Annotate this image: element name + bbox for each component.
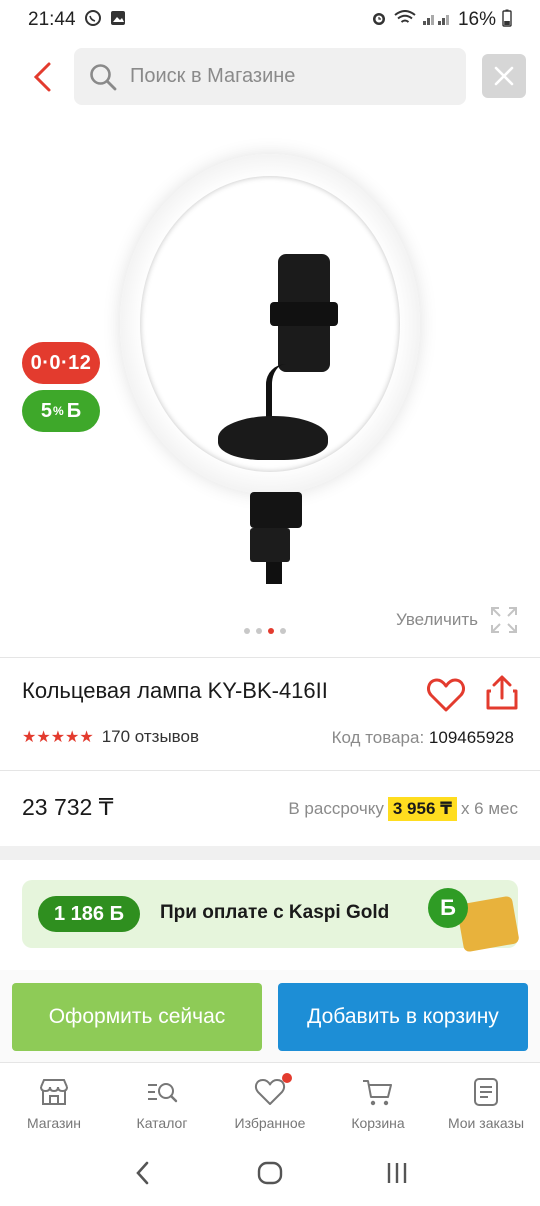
search-placeholder: Поиск в Магазине [130,65,296,87]
alarm-icon [370,9,388,31]
nav-label: Корзина [351,1115,405,1131]
checkout-now-button[interactable]: Оформить сейчас [12,983,262,1051]
pagination-dot[interactable] [256,628,262,634]
pagination-dot-active[interactable] [268,628,274,634]
system-home-button[interactable] [250,1153,290,1193]
reviews-link[interactable]: 170 отзывов [102,727,199,747]
notification-dot [282,1073,292,1083]
product-image-stand-knob [250,528,290,562]
divider [0,770,540,771]
share-icon [486,675,518,710]
kaspi-gold-text: При оплате с Kaspi Gold [160,902,390,923]
product-price: 23 732 ₸ [22,794,114,820]
orders-icon [474,1078,498,1106]
bonus-badge: 5% Б [22,390,100,432]
zoom-label: Увеличить [396,610,478,629]
whatsapp-icon [84,9,102,31]
kaspi-gold-banner[interactable]: 1 186 Б При оплате с Kaspi Gold Б [22,880,520,953]
product-gallery[interactable]: 0·0·12 5% Б Увеличить [0,114,540,654]
signal-icon [422,10,452,30]
rating-stars: ★★★★★ [22,729,94,746]
product-image-stand-head [250,492,302,528]
nav-item-cart[interactable]: Корзина [324,1063,432,1140]
sku-label: Код товара: [331,728,425,747]
kaspi-gold-bonus: 1 186 Б [38,896,140,932]
gallery-pagination [244,628,286,634]
nav-label: Избранное [234,1115,306,1131]
system-recents-button[interactable] [377,1153,417,1193]
installment-info[interactable]: В рассрочку 3 956 ₸ х 6 мес [288,797,518,821]
system-navigation-bar [0,1140,540,1206]
bonus-badge-percent: % [53,404,64,418]
back-button[interactable] [22,52,62,102]
nav-item-orders[interactable]: Мои заказы [432,1063,540,1140]
product-image-base [218,416,328,460]
product-image-stand-pole [266,562,282,584]
status-bar: 21:44 16% [0,0,540,40]
search-input[interactable]: Поиск в Магазине [74,48,466,105]
pagination-dot[interactable] [280,628,286,634]
nav-label: Каталог [136,1115,188,1131]
gallery-notification-icon [110,10,126,30]
cart-icon [363,1080,392,1106]
product-image-gooseneck [266,364,290,424]
nav-item-store[interactable]: Магазин [0,1063,108,1140]
expand-icon [491,607,517,633]
rating[interactable]: ★★★★★ 170 отзывов [22,727,199,747]
bonus-badge-currency: Б [66,399,82,422]
chevron-left-icon [33,62,51,92]
pagination-dot[interactable] [244,628,250,634]
nav-label: Магазин [26,1115,81,1131]
share-button[interactable] [484,674,520,712]
close-search-button[interactable] [482,54,526,98]
product-sku: Код товара: 109465928 [332,728,514,748]
nav-item-favorites[interactable]: Избранное [216,1063,324,1140]
installment-prefix: В рассрочку [288,799,384,818]
nav-item-catalog[interactable]: Каталог [108,1063,216,1140]
bonus-coin-icon: Б [428,888,468,928]
chevron-left-icon [136,1161,149,1185]
zoom-button[interactable]: Увеличить [396,606,518,634]
product-image-clip [270,302,338,326]
store-icon [40,1079,68,1105]
bonus-badge-value: 5 [40,399,53,422]
section-separator [0,846,540,860]
wifi-icon [394,10,416,30]
installment-amount: 3 956 ₸ [387,797,457,821]
divider [0,657,540,658]
catalog-search-icon [148,1083,178,1103]
recents-icon [387,1163,406,1183]
bottom-navigation: Магазин Каталог Избранное Корзина Мои за… [0,1062,540,1140]
installment-badge: 0·0·12 [22,342,100,384]
add-to-cart-button[interactable]: Добавить в корзину [278,983,528,1051]
sku-value: 109465928 [428,728,514,747]
home-circle-icon [257,1161,283,1185]
search-icon [90,63,117,90]
product-title: Кольцевая лампа KY-BK-416II [22,678,328,703]
status-time: 21:44 [28,9,76,30]
installment-suffix: х 6 мес [460,799,518,818]
close-icon [494,66,514,86]
battery-percent: 16% [457,9,496,30]
heart-icon [427,678,465,712]
system-back-button[interactable] [123,1153,163,1193]
battery-icon [502,9,512,31]
favorite-button[interactable] [426,676,466,714]
search-header: Поиск в Магазине [0,40,540,114]
nav-label: Мои заказы [447,1115,525,1131]
